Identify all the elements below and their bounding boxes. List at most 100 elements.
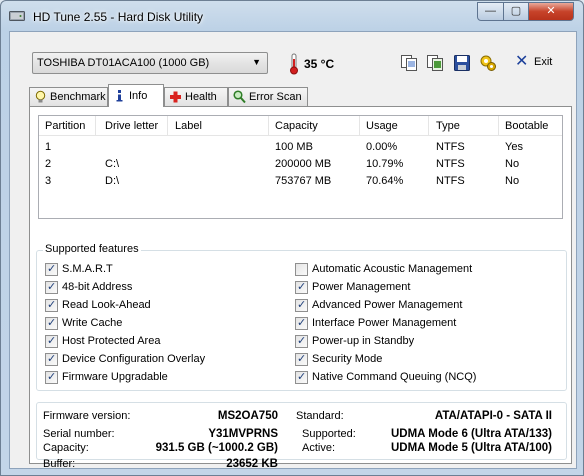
copy-screenshot-icon[interactable] — [426, 54, 444, 72]
title-bar[interactable]: HD Tune 2.55 - Hard Disk Utility — ▢ ✕ — [1, 1, 584, 31]
supported-mode-value: UDMA Mode 6 (Ultra ATA/133) — [390, 428, 552, 440]
partition-table-header: Partition Drive letter Label Capacity Us… — [39, 116, 562, 136]
active-mode-value: UDMA Mode 5 (Ultra ATA/100) — [390, 442, 552, 454]
feature-checkbox[interactable] — [45, 370, 58, 384]
cell-bootable: No — [505, 175, 520, 187]
tab-benchmark[interactable]: Benchmark — [29, 87, 108, 106]
column-header-bootable[interactable]: Bootable — [505, 120, 548, 132]
buffer-label: Buffer: — [43, 458, 76, 470]
feature-label: S.M.A.R.T — [62, 263, 113, 275]
column-header-usage[interactable]: Usage — [366, 120, 398, 132]
feature-label: Host Protected Area — [62, 335, 161, 347]
temperature-readout: 35 °C — [304, 57, 335, 71]
capacity-value: 931.5 GB (~1000.2 GB) — [155, 442, 278, 454]
feature-checkbox[interactable] — [45, 316, 58, 330]
minimize-button[interactable]: — — [477, 2, 504, 21]
capacity-label: Capacity: — [43, 442, 89, 454]
feature-checkbox[interactable] — [45, 298, 58, 312]
cell-capacity: 753767 MB — [275, 175, 332, 187]
table-row[interactable]: 2 C:\ 200000 MB 10.79% NTFS No — [39, 156, 562, 173]
cell-capacity: 100 MB — [275, 141, 313, 153]
feature-checkbox[interactable] — [295, 298, 308, 312]
column-header-type[interactable]: Type — [436, 120, 460, 132]
feature-checkbox[interactable] — [295, 316, 308, 330]
standard-value: ATA/ATAPI-0 - SATA II — [434, 410, 552, 422]
column-header-capacity[interactable]: Capacity — [275, 120, 318, 132]
info-icon — [116, 90, 123, 102]
cell-usage: 70.64% — [366, 175, 404, 187]
info-panel: Partition Drive letter Label Capacity Us… — [29, 106, 572, 470]
tab-info-label: Info — [129, 90, 148, 102]
column-divider — [95, 116, 96, 136]
drive-info-group: Firmware version: MS2OA750 Serial number… — [36, 402, 567, 470]
app-window: HD Tune 2.55 - Hard Disk Utility — ▢ ✕ T… — [0, 0, 584, 476]
feature-label: Read Look-Ahead — [62, 299, 151, 311]
standard-label: Standard: — [296, 410, 344, 422]
feature-checkbox[interactable] — [295, 263, 308, 276]
close-button[interactable]: ✕ — [528, 2, 574, 21]
buffer-value: 23652 KB — [226, 458, 278, 470]
chevron-down-icon: ▼ — [252, 57, 261, 67]
cell-partition: 1 — [45, 141, 52, 153]
tab-info[interactable]: Info — [108, 84, 164, 107]
column-header-label[interactable]: Label — [175, 120, 202, 132]
column-header-drive-letter[interactable]: Drive letter — [105, 120, 158, 132]
feature-label: Power-up in Standby — [312, 335, 415, 347]
feature-checkbox[interactable] — [295, 280, 308, 294]
cell-usage: 10.79% — [366, 158, 404, 170]
cell-bootable: No — [505, 158, 520, 170]
window-title: HD Tune 2.55 - Hard Disk Utility — [33, 10, 204, 24]
tab-error-scan[interactable]: Error Scan — [228, 87, 308, 106]
thermometer-icon — [290, 53, 298, 75]
feature-label: Interface Power Management — [312, 317, 457, 329]
feature-checkbox[interactable] — [45, 262, 58, 276]
column-header-partition[interactable]: Partition — [45, 120, 85, 132]
copy-text-icon[interactable] — [400, 54, 418, 72]
cell-drive-letter: C:\ — [105, 158, 120, 170]
table-row[interactable]: 1 100 MB 0.00% NTFS Yes — [39, 139, 562, 156]
feature-label: Automatic Acoustic Management — [312, 263, 473, 275]
feature-label: Power Management — [312, 281, 411, 293]
exit-button[interactable]: ✕ Exit — [515, 54, 559, 72]
serial-label: Serial number: — [43, 428, 115, 440]
feature-label: Write Cache — [62, 317, 123, 329]
partition-table[interactable]: Partition Drive letter Label Capacity Us… — [38, 115, 563, 219]
feature-label: 48-bit Address — [62, 281, 133, 293]
tab-health-label: Health — [185, 91, 217, 103]
column-divider — [167, 116, 168, 136]
cell-type: NTFS — [436, 158, 465, 170]
cell-capacity: 200000 MB — [275, 158, 332, 170]
feature-checkbox[interactable] — [45, 334, 58, 348]
maximize-button[interactable]: ▢ — [503, 2, 529, 21]
feature-checkbox[interactable] — [295, 352, 308, 366]
drive-select[interactable]: TOSHIBA DT01ACA100 (1000 GB) ▼ — [32, 52, 268, 74]
feature-checkbox[interactable] — [45, 352, 58, 366]
save-icon[interactable] — [453, 54, 471, 72]
feature-label: Native Command Queuing (NCQ) — [312, 371, 477, 383]
lightbulb-icon — [35, 90, 46, 103]
feature-label: Security Mode — [312, 353, 383, 365]
health-cross-icon — [170, 91, 181, 103]
cell-drive-letter: D:\ — [105, 175, 120, 187]
feature-checkbox[interactable] — [295, 370, 308, 384]
options-icon[interactable] — [479, 54, 497, 72]
column-divider — [268, 116, 269, 136]
tab-benchmark-label: Benchmark — [50, 91, 106, 103]
exit-x-icon: ✕ — [515, 53, 529, 70]
supported-mode-label: Supported: — [302, 428, 356, 440]
cell-partition: 2 — [45, 158, 52, 170]
table-row[interactable]: 3 D:\ 753767 MB 70.64% NTFS No — [39, 173, 562, 190]
feature-label: Device Configuration Overlay — [62, 353, 206, 365]
firmware-value: MS2OA750 — [217, 410, 278, 422]
column-divider — [359, 116, 360, 136]
client-area: TOSHIBA DT01ACA100 (1000 GB) ▼ 35 °C ✕ E… — [9, 31, 577, 470]
feature-checkbox[interactable] — [295, 334, 308, 348]
column-divider — [498, 116, 499, 136]
firmware-label: Firmware version: — [43, 410, 131, 422]
magnifier-icon — [233, 90, 246, 104]
feature-checkbox[interactable] — [45, 280, 58, 294]
cell-type: NTFS — [436, 175, 465, 187]
tab-error-scan-label: Error Scan — [249, 91, 302, 103]
cell-type: NTFS — [436, 141, 465, 153]
tab-health[interactable]: Health — [164, 87, 228, 106]
